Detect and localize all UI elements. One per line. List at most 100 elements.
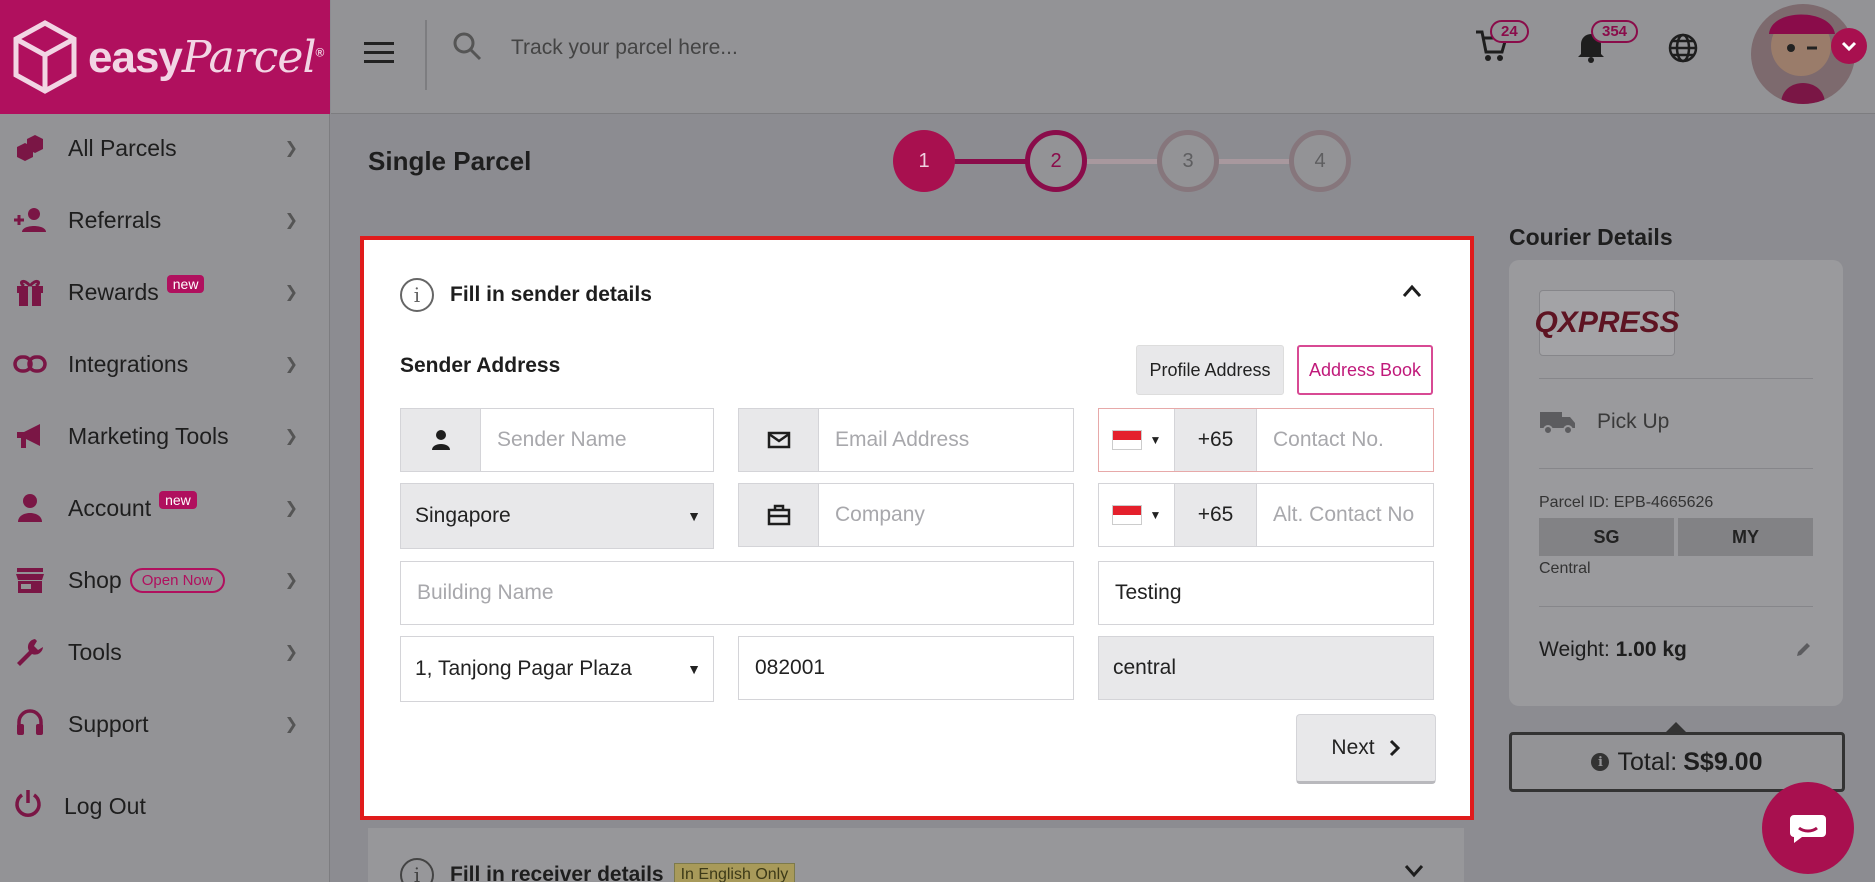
truck-icon [1540,412,1575,435]
headset-icon [12,706,48,742]
user-icon [12,490,48,526]
sidebar-item-shop[interactable]: Shop Open Now ❯ [0,544,330,616]
chevron-right-icon: ❯ [284,140,298,157]
alt-country-code-select[interactable]: ▼ [1099,484,1175,546]
brand-logo[interactable]: easyParcel® [0,0,330,114]
postcode-field [738,636,1074,700]
company-input[interactable] [819,484,1073,546]
divider [425,20,427,90]
chevron-right-icon: ❯ [284,212,298,229]
caret-down-icon: ▼ [687,508,701,524]
sidebar-item-referrals[interactable]: Referrals ❯ [0,184,330,256]
section-title: Fill in receiver details [450,863,664,882]
pickup-service: Pick Up [1539,408,1669,436]
street-select[interactable]: 1, Tanjong Pagar Plaza ▼ [400,636,714,702]
divider [1539,378,1813,379]
new-badge: new [159,491,197,509]
menu-icon[interactable] [364,36,394,69]
sender-section-header[interactable]: i Fill in sender details [400,278,652,312]
destination-country: MY [1678,518,1813,556]
sidebar-item-label: Referrals [68,206,162,233]
address-line-input[interactable] [1099,562,1433,624]
email-input[interactable] [819,409,1073,471]
link-icon [12,346,48,382]
briefcase-icon [739,484,819,546]
brand-name: easyParcel® [88,31,324,83]
sidebar-item-label: All Parcels [68,134,177,161]
caret-down-icon: ▼ [687,661,701,677]
sidebar-item-label: Marketing Tools [68,422,229,449]
mail-icon [739,409,819,471]
sidebar-item-tools[interactable]: Tools ❯ [0,616,330,688]
chevron-down-icon[interactable] [1404,864,1424,882]
sidebar-item-support[interactable]: Support ❯ [0,688,330,760]
receiver-details-card[interactable]: i Fill in receiver details In English On… [368,828,1464,882]
next-label: Next [1331,736,1375,759]
chevron-right-icon: ❯ [284,716,298,733]
sidebar-item-label: Rewards [68,278,159,305]
gift-icon [12,274,48,310]
sidebar-nav: All Parcels ❯ Referrals ❯ Rewards new ❯ … [0,112,330,760]
sidebar-item-marketing-tools[interactable]: Marketing Tools ❯ [0,400,330,472]
chevron-right-icon [1389,739,1400,757]
sidebar-item-all-parcels[interactable]: All Parcels ❯ [0,112,330,184]
alt-contact-number-input[interactable] [1257,484,1433,546]
english-only-badge: In English Only [673,863,796,882]
receiver-section-header: i Fill in receiver details In English On… [400,858,796,882]
track-parcel-input[interactable] [511,28,1011,68]
chevron-right-icon: ❯ [284,572,298,589]
step-connector [1217,159,1297,164]
account-dropdown-toggle[interactable] [1831,28,1867,64]
sender-address-label: Sender Address [400,354,561,377]
country-select[interactable]: Singapore ▼ [400,483,714,549]
contact-number-input[interactable] [1257,409,1433,471]
globe-icon [1668,33,1698,63]
chevron-right-icon: ❯ [284,428,298,445]
chevron-up-icon[interactable] [1402,284,1422,303]
email-field [738,408,1074,472]
step-connector [953,159,1033,164]
divider [1539,468,1813,469]
logout-label: Log Out [64,793,146,819]
section-title: Fill in sender details [450,283,652,306]
next-button[interactable]: Next [1296,714,1436,784]
total-pointer [1666,722,1686,732]
cart-button[interactable]: 24 [1474,20,1529,69]
courier-details-title: Courier Details [1509,224,1673,250]
boxes-icon [12,130,48,166]
sidebar-item-rewards[interactable]: Rewards new ❯ [0,256,330,328]
parcel-id: Parcel ID: EPB-4665626 [1539,494,1714,511]
sidebar-item-label: Support [68,710,149,737]
building-name-input[interactable] [401,562,1073,624]
courier-details-card: QXPRESS Pick Up Parcel ID: EPB-4665626 S… [1509,260,1843,706]
notification-button[interactable]: 354 [1575,20,1639,69]
area-value: central [1113,656,1177,679]
step-1[interactable]: 1 [893,130,955,192]
cart-count-badge: 24 [1490,20,1529,43]
step-2[interactable]: 2 [1025,130,1087,192]
new-badge: new [166,275,205,293]
sender-name-input[interactable] [481,409,713,471]
language-button[interactable] [1667,32,1699,69]
service-label: Pick Up [1597,410,1670,433]
sidebar-item-integrations[interactable]: Integrations ❯ [0,328,330,400]
profile-address-button[interactable]: Profile Address [1136,345,1284,395]
sidebar-item-account[interactable]: Account new ❯ [0,472,330,544]
phone-code: +65 [1175,409,1257,471]
logout-button[interactable]: Log Out [12,788,146,825]
address-book-button[interactable]: Address Book [1297,345,1433,395]
total-value: S$9.00 [1683,747,1763,776]
building-field [400,561,1074,625]
progress-stepper: 1 2 3 4 [893,130,1351,194]
chat-button[interactable] [1762,782,1854,874]
country-code-select[interactable]: ▼ [1099,409,1175,471]
pencil-icon[interactable] [1795,640,1813,663]
sidebar: easyParcel® All Parcels ❯ Referrals ❯ Re… [0,0,330,882]
step-4[interactable]: 4 [1289,130,1351,192]
courier-logo: QXPRESS [1534,290,1680,356]
total-label: Total: [1617,747,1678,776]
origin-country: SG [1539,518,1674,556]
step-3[interactable]: 3 [1157,130,1219,192]
postcode-input[interactable] [739,637,1073,699]
store-icon [12,562,48,598]
